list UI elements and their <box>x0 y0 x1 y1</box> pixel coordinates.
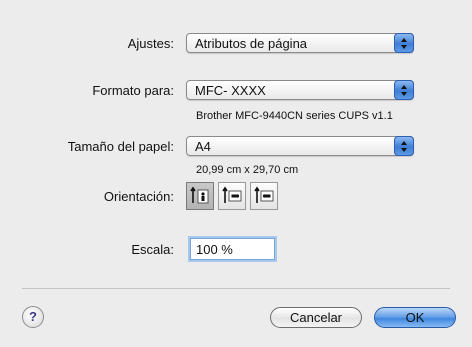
popup-stepper-icon <box>394 80 414 100</box>
scale-input[interactable]: 100 % <box>190 238 275 260</box>
orientation-landscape-left-button[interactable] <box>218 182 246 210</box>
landscape-left-person-icon <box>222 186 242 203</box>
cancel-button[interactable]: Cancelar <box>270 307 362 328</box>
help-button[interactable]: ? <box>22 306 44 328</box>
divider <box>22 288 450 289</box>
orientation-portrait-button[interactable] <box>186 182 214 210</box>
format-for-value: MFC- XXXX <box>195 83 266 98</box>
orientation-label: Orientación: <box>103 189 174 204</box>
scale-value: 100 % <box>196 242 233 257</box>
printer-description: Brother MFC-9440CN series CUPS v1.1 <box>196 110 393 122</box>
scale-label: Escala: <box>131 242 174 257</box>
settings-value: Atributos de página <box>195 36 308 51</box>
format-for-label: Formato para: <box>92 83 174 98</box>
paper-size-popup[interactable]: A4 <box>186 136 414 156</box>
landscape-right-person-icon <box>254 186 274 203</box>
paper-dimensions: 20,99 cm x 29,70 cm <box>196 164 299 176</box>
portrait-person-icon <box>190 186 209 204</box>
orientation-landscape-right-button[interactable] <box>250 182 278 210</box>
paper-size-value: A4 <box>195 139 211 154</box>
settings-popup[interactable]: Atributos de página <box>186 33 414 53</box>
format-for-popup[interactable]: MFC- XXXX <box>186 80 414 100</box>
settings-label: Ajustes: <box>127 36 174 51</box>
popup-stepper-icon <box>394 33 414 53</box>
popup-stepper-icon <box>394 136 414 156</box>
paper-size-label: Tamaño del papel: <box>67 139 174 154</box>
ok-button[interactable]: OK <box>374 307 456 328</box>
